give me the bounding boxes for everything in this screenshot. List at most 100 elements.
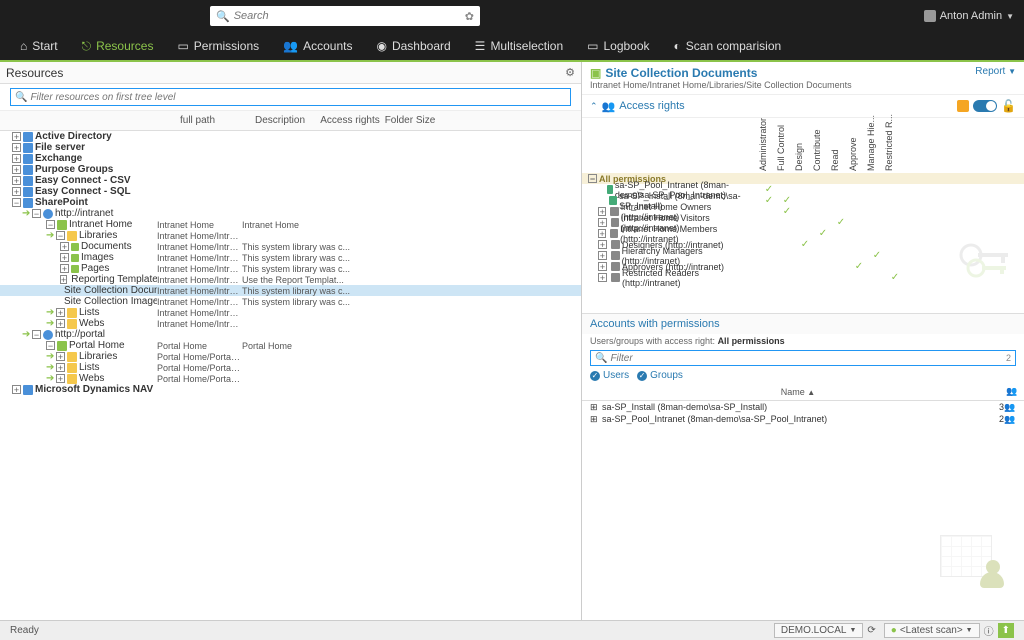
share-icon	[23, 132, 33, 142]
accounts-filter-input[interactable]	[610, 353, 1011, 364]
doc-icon	[71, 265, 79, 273]
upload-icon[interactable]: ⬆	[998, 623, 1014, 638]
expander-icon[interactable]: −	[46, 341, 55, 350]
node-label: Lists	[79, 307, 100, 318]
col-name[interactable]: Name ▲	[590, 387, 1006, 397]
refresh-icon[interactable]: ⟳	[863, 625, 879, 636]
tree-node[interactable]: ➔+WebsIntranet Home/Intranet Ho...	[0, 318, 581, 329]
tree-filter[interactable]: 🔍	[10, 88, 571, 106]
principal-row[interactable]: +Intranet Home Members (http://intranet)…	[582, 228, 1024, 239]
tree-node[interactable]: +ImagesIntranet Home/Intranet Ho...This …	[0, 252, 581, 263]
expander-icon[interactable]: +	[598, 273, 607, 282]
tree-node[interactable]: Site Collection ImagesIntranet Home/Intr…	[0, 296, 581, 307]
expander-icon[interactable]: +	[60, 264, 69, 273]
col-foldersize[interactable]: Folder Size	[380, 115, 440, 126]
avatar-watermark	[940, 535, 1010, 590]
expander-icon[interactable]: +	[12, 187, 21, 196]
node-label: Webs	[79, 318, 104, 329]
expander-icon[interactable]: +	[56, 352, 65, 361]
tree-node[interactable]: +Easy Connect - CSV	[0, 175, 581, 186]
tree-node[interactable]: +PagesIntranet Home/Intranet Ho...This s…	[0, 263, 581, 274]
global-search[interactable]: 🔍 ✿	[210, 6, 480, 26]
nav-scan-comparision[interactable]: ◐Scan comparision	[662, 31, 794, 61]
tree-node[interactable]: ➔+LibrariesPortal Home/Portal Home/Li...	[0, 351, 581, 362]
col-fullpath[interactable]: full path	[155, 115, 240, 126]
tree-node[interactable]: ➔−http://intranet	[0, 208, 581, 219]
expander-icon[interactable]: +	[12, 154, 21, 163]
tree-node[interactable]: ➔+WebsPortal Home/Portal Home/...	[0, 373, 581, 384]
tree-node[interactable]: − SharePoint	[0, 197, 581, 208]
tree-node[interactable]: −Portal HomePortal HomePortal Home	[0, 340, 581, 351]
info-icon[interactable]: ⓘ	[980, 623, 998, 638]
perm-col[interactable]: Restricted R...	[886, 118, 904, 173]
tree-filter-input[interactable]	[30, 92, 566, 103]
tree-node[interactable]: ➔+ListsPortal Home/Portal Home/...	[0, 362, 581, 373]
nav-accounts[interactable]: 👥Accounts	[271, 31, 364, 61]
expander-icon[interactable]: +	[598, 251, 607, 260]
expander-icon[interactable]: +	[56, 374, 65, 383]
resource-tree[interactable]: +Active Directory+File server+Exchange+P…	[0, 131, 581, 620]
nav-logbook[interactable]: ▭Logbook	[575, 31, 661, 61]
expander-icon[interactable]: −	[32, 330, 41, 339]
toggle-users[interactable]: ✓ Users	[590, 370, 629, 381]
group-col-icon[interactable]: 👥	[1006, 386, 1016, 397]
lock-icon[interactable]: 🔓	[1001, 99, 1016, 113]
accounts-filter[interactable]: 🔍 2	[590, 350, 1016, 366]
expander-icon[interactable]: +	[12, 143, 21, 152]
col-accessrights[interactable]: Access rights	[320, 115, 380, 126]
report-button[interactable]: Report ▼	[975, 66, 1016, 77]
tree-node[interactable]: Site Collection DocumentsIntranet Home/I…	[0, 285, 581, 296]
tree-node[interactable]: ➔−http://portal	[0, 329, 581, 340]
expander-icon[interactable]: ⊞	[590, 414, 602, 425]
nav-dashboard[interactable]: ◉Dashboard	[364, 31, 462, 61]
expander-icon[interactable]: +	[60, 275, 67, 284]
expander-icon[interactable]: −	[12, 198, 21, 207]
group-icon	[610, 229, 618, 238]
access-rights-header[interactable]: ⌃ 👥 Access rights 🔓	[582, 95, 1024, 118]
tree-node[interactable]: +Easy Connect - SQL	[0, 186, 581, 197]
gear-icon[interactable]: ✿	[465, 10, 474, 23]
expander-icon[interactable]: +	[12, 165, 21, 174]
expander-icon[interactable]: +	[56, 363, 65, 372]
expander-icon[interactable]: +	[12, 385, 21, 394]
expander-icon[interactable]: +	[60, 253, 69, 262]
node-label: Webs	[79, 373, 104, 384]
scan-selector[interactable]: ●<Latest scan> ▼	[884, 623, 980, 638]
expander-icon[interactable]: +	[598, 229, 606, 238]
tree-node[interactable]: ➔+ListsIntranet Home/Intranet Ho...	[0, 307, 581, 318]
expander-icon[interactable]: +	[60, 242, 69, 251]
tree-node[interactable]: +Reporting TemplatesIntranet Home/Intran…	[0, 274, 581, 285]
expander-icon[interactable]: +	[12, 132, 21, 141]
expander-icon[interactable]: −	[56, 231, 65, 240]
account-row[interactable]: ⊞sa-SP_Pool_Intranet (8man-demo\sa-SP_Po…	[582, 413, 1024, 425]
nav-start[interactable]: ⌂Start	[8, 31, 70, 61]
tree-node[interactable]: +Exchange	[0, 153, 581, 164]
expander-icon[interactable]: −	[46, 220, 55, 229]
expander-icon[interactable]: +	[12, 176, 21, 185]
gear-icon[interactable]: ⚙	[565, 66, 575, 79]
nav-resources[interactable]: ⎋Resources	[70, 32, 166, 62]
tree-node[interactable]: +Active Directory	[0, 131, 581, 142]
user-menu[interactable]: Anton Admin ▼	[924, 10, 1014, 22]
node-label: SharePoint	[35, 197, 88, 208]
tree-node[interactable]: +Purpose Groups	[0, 164, 581, 175]
tree-node[interactable]: +DocumentsIntranet Home/Intranet Ho...Th…	[0, 241, 581, 252]
expander-icon[interactable]: +	[56, 308, 65, 317]
nav-permissions[interactable]: ▭Permissions	[165, 31, 271, 61]
tree-node[interactable]: +Microsoft Dynamics NAV	[0, 384, 581, 395]
expander-icon[interactable]: −	[32, 209, 41, 218]
toggle-switch[interactable]	[973, 100, 997, 112]
arrow-icon: ➔	[46, 307, 56, 318]
account-row[interactable]: ⊞sa-SP_Install (8man-demo\sa-SP_Install)…	[582, 401, 1024, 413]
col-description[interactable]: Description	[240, 115, 320, 126]
expander-icon[interactable]: +	[56, 319, 65, 328]
search-input[interactable]	[234, 10, 465, 22]
expander-icon[interactable]: ⊞	[590, 402, 602, 413]
nav-multiselection[interactable]: ☰Multiselection	[463, 31, 575, 61]
tree-node[interactable]: −Intranet HomeIntranet HomeIntranet Home	[0, 219, 581, 230]
tree-node[interactable]: ➔−LibrariesIntranet Home/Intranet Ho...	[0, 230, 581, 241]
tree-node[interactable]: +File server	[0, 142, 581, 153]
toggle-groups[interactable]: ✓ Groups	[637, 370, 683, 381]
accounts-header[interactable]: Accounts with permissions	[582, 313, 1024, 334]
domain-selector[interactable]: DEMO.LOCAL ▼	[774, 623, 864, 638]
